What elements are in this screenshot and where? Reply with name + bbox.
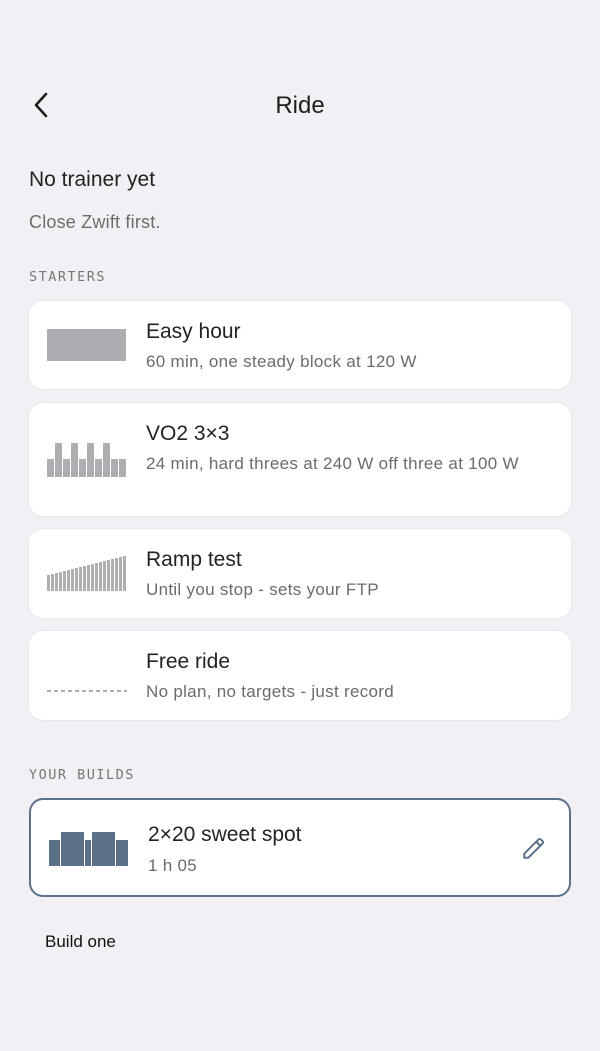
card-description: No plan, no targets - just record: [146, 682, 395, 701]
card-description: 1 h 05: [148, 856, 198, 875]
card-title: Ramp test: [146, 548, 242, 571]
card-title: Easy hour: [146, 320, 241, 343]
build-card-sweet-spot[interactable]: 2×20 sweet spot 1 h 05: [29, 798, 571, 897]
pencil-icon[interactable]: [521, 835, 547, 861]
card-title: VO2 3×3: [146, 422, 230, 445]
status-subtitle: Close Zwift first.: [29, 212, 161, 232]
starter-card-free-ride[interactable]: Free ride No plan, no targets - just rec…: [29, 631, 571, 720]
page-title: Ride: [275, 92, 325, 119]
card-description: 60 min, one steady block at 120 W: [146, 352, 417, 371]
build-one-button[interactable]: Build one: [45, 932, 116, 952]
status-title: No trainer yet: [29, 168, 156, 191]
blocks-icon: [49, 832, 128, 866]
intervals-icon: [47, 443, 126, 477]
card-title: Free ride: [146, 650, 231, 673]
header: Ride: [0, 78, 600, 132]
card-title: 2×20 sweet spot: [148, 823, 302, 846]
card-description: Until you stop - sets your FTP: [146, 580, 379, 599]
section-label-builds: YOUR BUILDS: [29, 767, 135, 783]
dashed-line-icon: [47, 690, 127, 692]
starter-card-easy-hour[interactable]: Easy hour 60 min, one steady block at 12…: [29, 301, 571, 389]
starter-card-ramp-test[interactable]: Ramp test Until you stop - sets your FTP: [29, 529, 571, 618]
starter-card-vo2[interactable]: VO2 3×3 24 min, hard threes at 240 W off…: [29, 403, 571, 516]
card-description: 24 min, hard threes at 240 W off three a…: [146, 454, 519, 473]
ramp-icon: [47, 556, 126, 591]
steady-block-icon: [47, 329, 126, 361]
section-label-starters: STARTERS: [29, 269, 107, 285]
